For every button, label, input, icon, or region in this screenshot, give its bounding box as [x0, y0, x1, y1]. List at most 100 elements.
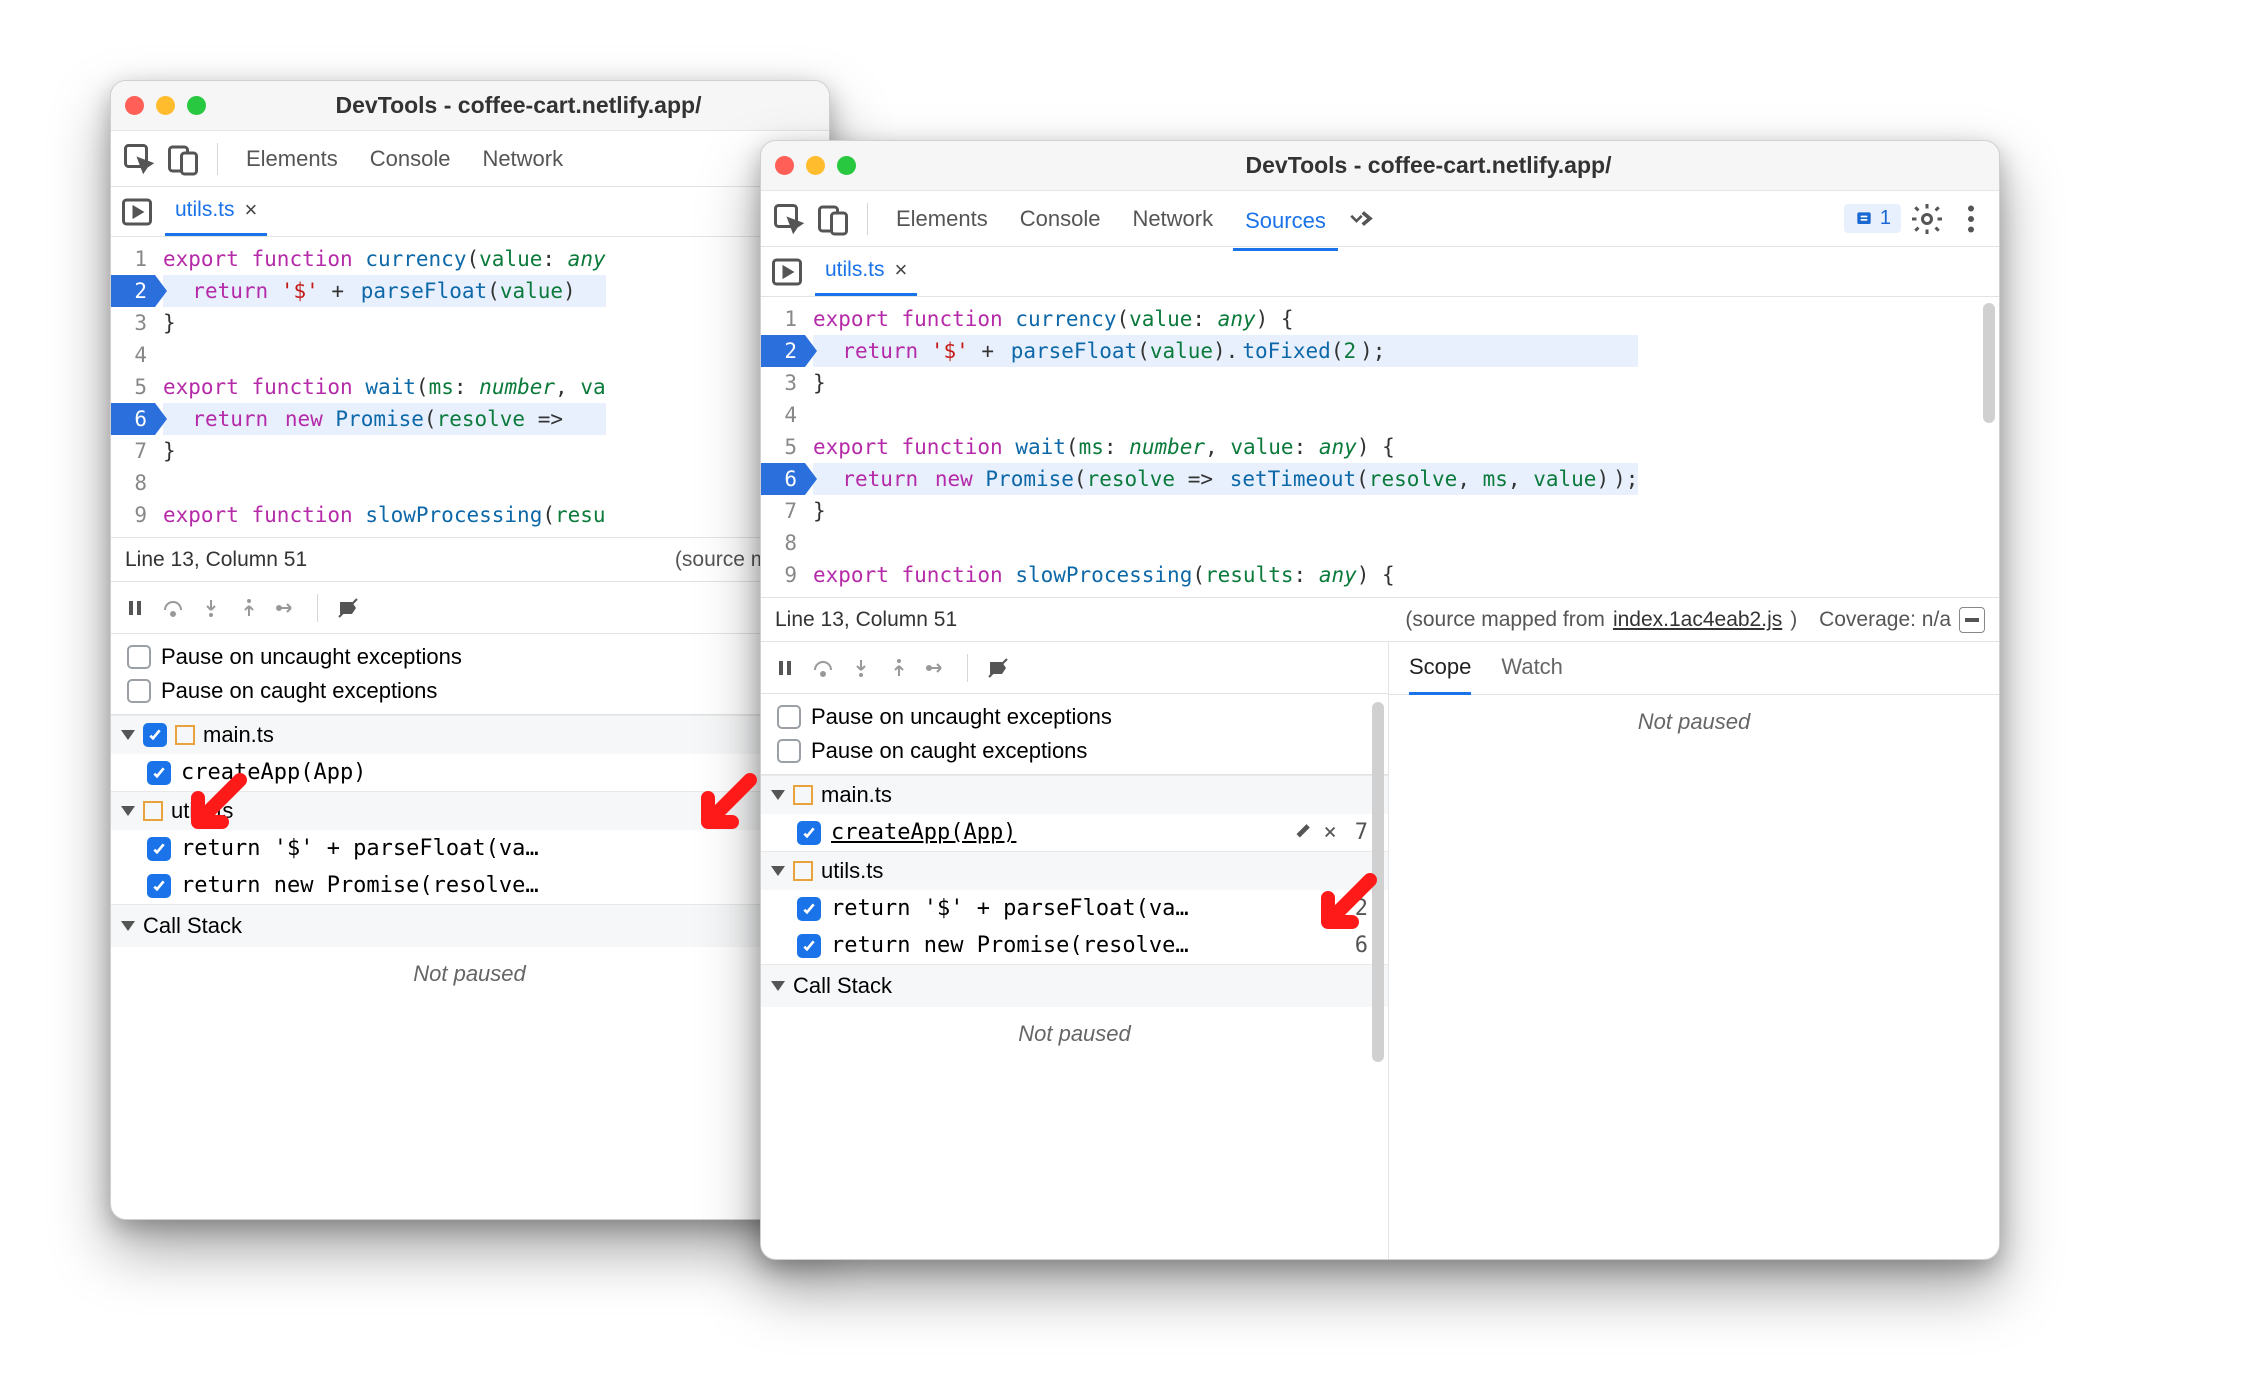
code-line[interactable]: export function currency(value: any) {: [813, 303, 1638, 335]
line-number[interactable]: 7: [111, 435, 155, 467]
nav-toggle-icon[interactable]: [119, 194, 155, 230]
code-line[interactable]: export function wait(ms: number, value: …: [813, 431, 1638, 463]
code-line[interactable]: }: [813, 367, 1638, 399]
file-tab-utils[interactable]: utils.ts ×: [815, 247, 917, 296]
device-toggle-icon[interactable]: [165, 141, 201, 177]
maximize-icon[interactable]: [187, 96, 206, 115]
line-number[interactable]: 5: [111, 371, 155, 403]
breakpoint-group-header[interactable]: main.ts: [761, 775, 1388, 814]
pause-caught-row[interactable]: Pause on caught exceptions: [121, 674, 818, 708]
kebab-icon[interactable]: [1953, 201, 1989, 237]
checkbox-icon[interactable]: [797, 821, 821, 845]
inspect-icon[interactable]: [771, 201, 807, 237]
line-number[interactable]: 2: [761, 335, 805, 367]
deactivate-breakpoints-icon[interactable]: [986, 656, 1010, 680]
step-out-icon[interactable]: [887, 656, 911, 680]
pause-uncaught-row[interactable]: Pause on uncaught exceptions: [121, 640, 818, 674]
line-number[interactable]: 1: [761, 303, 805, 335]
checkbox-icon[interactable]: [797, 934, 821, 958]
code-line[interactable]: export function slowProcessing(results: …: [813, 559, 1638, 591]
settings-icon[interactable]: [1909, 201, 1945, 237]
code-line[interactable]: }: [813, 495, 1638, 527]
code-editor[interactable]: 123456789 export function currency(value…: [761, 297, 1999, 598]
breakpoint-group-header[interactable]: utils.ts: [761, 851, 1388, 890]
code-line[interactable]: return new Promise(resolve =>: [163, 403, 606, 435]
code-line[interactable]: return new Promise(resolve => setTimeout…: [813, 463, 1638, 495]
code-line[interactable]: export function slowProcessing(resu: [163, 499, 606, 531]
line-number[interactable]: 8: [111, 467, 155, 499]
close-tab-icon[interactable]: ×: [245, 197, 258, 223]
code-line[interactable]: return '$' + parseFloat(value): [163, 275, 606, 307]
edit-breakpoint-icon[interactable]: [1294, 820, 1314, 845]
scrollbar[interactable]: [1983, 303, 1995, 423]
checkbox-icon[interactable]: [777, 739, 801, 763]
line-gutter[interactable]: 123456789: [761, 297, 805, 597]
line-number[interactable]: 6: [761, 463, 805, 495]
step-out-icon[interactable]: [237, 596, 261, 620]
code-line[interactable]: }: [163, 435, 606, 467]
tab-network[interactable]: Network: [470, 140, 575, 178]
titlebar[interactable]: DevTools - coffee-cart.netlify.app/: [761, 141, 1999, 191]
tab-network[interactable]: Network: [1120, 200, 1225, 238]
remove-breakpoint-icon[interactable]: ×: [1324, 820, 1337, 845]
code-content[interactable]: export function currency(value: any retu…: [155, 237, 614, 537]
tab-elements[interactable]: Elements: [884, 200, 1000, 238]
step-into-icon[interactable]: [199, 596, 223, 620]
breakpoint-row[interactable]: createApp(App)×7: [761, 814, 1388, 851]
close-icon[interactable]: [775, 156, 794, 175]
scrollbar[interactable]: [1372, 702, 1384, 1062]
line-number[interactable]: 3: [111, 307, 155, 339]
code-line[interactable]: [813, 399, 1638, 431]
breakpoint-group-header[interactable]: main.ts×: [111, 715, 828, 754]
checkbox-icon[interactable]: [797, 897, 821, 921]
line-number[interactable]: 1: [111, 243, 155, 275]
step-into-icon[interactable]: [849, 656, 873, 680]
line-gutter[interactable]: 123456789: [111, 237, 155, 537]
issues-badge[interactable]: 1: [1844, 204, 1901, 233]
code-content[interactable]: export function currency(value: any) { r…: [805, 297, 1646, 597]
step-icon[interactable]: [925, 656, 949, 680]
line-number[interactable]: 9: [111, 499, 155, 531]
line-number[interactable]: 8: [761, 527, 805, 559]
checkbox-icon[interactable]: [147, 837, 171, 861]
line-number[interactable]: 9: [761, 559, 805, 591]
close-tab-icon[interactable]: ×: [895, 257, 908, 283]
checkbox-icon[interactable]: [143, 723, 167, 747]
step-over-icon[interactable]: [161, 596, 185, 620]
checkbox-icon[interactable]: [777, 705, 801, 729]
line-number[interactable]: 6: [111, 403, 155, 435]
pause-icon[interactable]: [123, 596, 147, 620]
step-over-icon[interactable]: [811, 656, 835, 680]
pause-caught-row[interactable]: Pause on caught exceptions: [771, 734, 1378, 768]
checkbox-icon[interactable]: [127, 679, 151, 703]
breakpoint-row[interactable]: return new Promise(resolve…6: [761, 927, 1388, 964]
device-toggle-icon[interactable]: [815, 201, 851, 237]
code-line[interactable]: }: [163, 307, 606, 339]
checkbox-icon[interactable]: [147, 874, 171, 898]
step-icon[interactable]: [275, 596, 299, 620]
line-number[interactable]: 4: [761, 399, 805, 431]
callstack-header[interactable]: Call Stack: [761, 964, 1388, 1007]
breakpoint-row[interactable]: return '$' + parseFloat(va…2: [761, 890, 1388, 927]
breakpoint-row[interactable]: return '$' + parseFloat(va…2: [111, 830, 828, 867]
line-number[interactable]: 3: [761, 367, 805, 399]
pause-uncaught-row[interactable]: Pause on uncaught exceptions: [771, 700, 1378, 734]
tab-elements[interactable]: Elements: [234, 140, 350, 178]
tab-console[interactable]: Console: [1008, 200, 1113, 238]
code-line[interactable]: [163, 467, 606, 499]
close-icon[interactable]: [125, 96, 144, 115]
tab-sources[interactable]: Sources: [1233, 202, 1338, 251]
breakpoint-group-header[interactable]: utils.ts: [111, 791, 828, 830]
coverage-toggle-icon[interactable]: [1959, 607, 1985, 633]
code-line[interactable]: return '$' + parseFloat(value).toFixed(2…: [813, 335, 1638, 367]
code-editor[interactable]: 123456789 export function currency(value…: [111, 237, 829, 538]
tab-scope[interactable]: Scope: [1409, 654, 1471, 695]
tab-watch[interactable]: Watch: [1501, 654, 1563, 694]
nav-toggle-icon[interactable]: [769, 254, 805, 290]
tab-console[interactable]: Console: [358, 140, 463, 178]
pause-icon[interactable]: [773, 656, 797, 680]
line-number[interactable]: 2: [111, 275, 155, 307]
line-number[interactable]: 5: [761, 431, 805, 463]
inspect-icon[interactable]: [121, 141, 157, 177]
minimize-icon[interactable]: [156, 96, 175, 115]
